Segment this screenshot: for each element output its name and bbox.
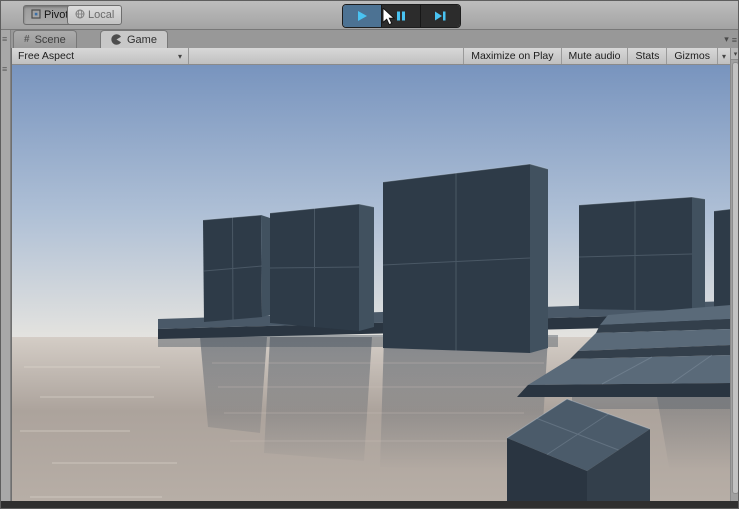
tab-game-label: Game — [127, 33, 157, 46]
drag-grip-icon[interactable]: ≡ — [2, 65, 7, 74]
game-viewport[interactable] — [12, 65, 731, 501]
mute-audio-button[interactable]: Mute audio — [560, 48, 628, 64]
scene-grid-icon: # — [24, 34, 30, 45]
unity-editor-window: Pivot Local # Scene Game ▾ ≡ ≡ ≡ Free As… — [0, 0, 739, 509]
gizmos-label: Gizmos — [674, 50, 710, 62]
maximize-on-play-button[interactable]: Maximize on Play — [463, 48, 560, 64]
scrollbar-thumb[interactable] — [732, 62, 738, 494]
step-icon — [435, 11, 446, 21]
drag-grip-icon[interactable]: ≡ — [2, 35, 7, 44]
pivot-icon — [31, 8, 41, 22]
pause-icon — [397, 11, 405, 21]
game-scene — [12, 65, 731, 501]
cube — [382, 163, 549, 353]
tab-scene[interactable]: # Scene — [13, 30, 77, 48]
maximize-on-play-label: Maximize on Play — [471, 50, 554, 62]
cube-side-face — [261, 215, 270, 317]
play-button[interactable] — [343, 5, 382, 27]
step-front-face — [517, 383, 731, 397]
vertical-scrollbar[interactable]: ▾ — [730, 48, 738, 501]
play-icon — [358, 11, 367, 21]
caret-down-icon: ▾ — [721, 51, 726, 61]
cube — [578, 196, 706, 311]
main-toolbar: Pivot Local — [1, 1, 738, 30]
globe-icon — [75, 9, 85, 22]
left-edge-strip: ≡ ≡ — [1, 30, 11, 501]
cube-front-face — [714, 209, 731, 307]
transport-controls — [342, 4, 461, 28]
panel-menu[interactable]: ▾ ≡ — [724, 34, 737, 45]
game-icon — [111, 34, 121, 45]
pivot-label: Pivot — [44, 9, 69, 21]
game-panel: Free Aspect ▾ Maximize on Play Mute audi… — [11, 48, 731, 501]
local-toggle-button[interactable]: Local — [67, 5, 123, 25]
cube — [202, 214, 270, 322]
stats-label: Stats — [635, 50, 660, 62]
cube-side-face — [359, 204, 374, 331]
caret-down-icon: ▾ — [724, 34, 729, 44]
gizmos-dropdown[interactable]: Gizmos — [666, 48, 717, 64]
tab-game[interactable]: Game — [100, 30, 168, 48]
scrollbar-caret-icon[interactable]: ▾ — [731, 48, 738, 60]
aspect-ratio-label: Free Aspect — [18, 50, 75, 62]
cube-side-face — [530, 164, 548, 353]
panel-menu-icon: ≡ — [731, 34, 737, 45]
bottom-status-strip — [1, 501, 738, 508]
gizmos-caret[interactable]: ▾ — [716, 48, 730, 64]
tab-bar: # Scene Game ▾ ≡ — [1, 30, 738, 48]
step-button[interactable] — [421, 5, 460, 27]
stats-button[interactable]: Stats — [627, 48, 666, 64]
game-view-toolbar: Free Aspect ▾ Maximize on Play Mute audi… — [12, 48, 730, 65]
cube-side-face — [692, 197, 705, 311]
cube — [713, 208, 731, 307]
caret-down-icon: ▾ — [177, 51, 182, 61]
local-label: Local — [88, 9, 115, 21]
mouse-cursor — [382, 8, 395, 26]
aspect-ratio-dropdown[interactable]: Free Aspect ▾ — [12, 48, 189, 64]
mute-audio-label: Mute audio — [568, 50, 621, 62]
cube — [269, 203, 375, 331]
tab-scene-label: Scene — [34, 33, 66, 46]
